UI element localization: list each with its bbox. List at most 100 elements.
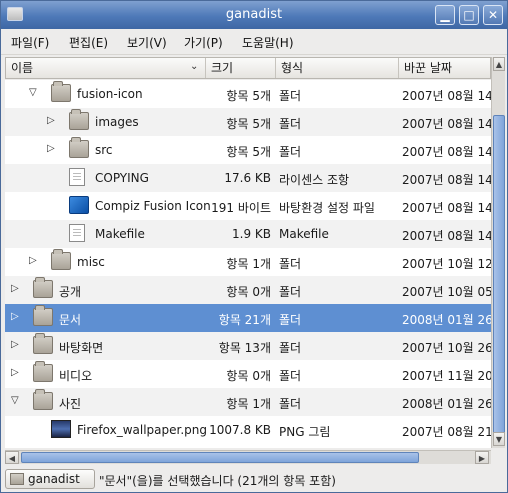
menu-edit[interactable]: 편집(E): [69, 34, 108, 51]
item-size: 항목 1개: [226, 257, 271, 271]
document-icon: [69, 224, 85, 242]
folder-icon: [33, 305, 53, 326]
item-size: 항목 5개: [226, 145, 271, 159]
item-name: COPYING: [95, 171, 149, 185]
list-item[interactable]: ▷ 문서 항목 21개 폴더 2008년 01월 26: [5, 304, 491, 332]
column-type[interactable]: 형식: [276, 58, 399, 78]
menu-help[interactable]: 도움말(H): [242, 34, 294, 51]
item-date: 2007년 11월 20: [402, 369, 491, 383]
column-size[interactable]: 크기: [206, 58, 276, 78]
item-type: 폴더: [279, 369, 302, 383]
item-name: Compiz Fusion Icon: [95, 199, 211, 213]
expander-icon[interactable]: ▷: [11, 283, 19, 294]
file-list[interactable]: ▽ fusion-icon 항목 5개 폴더 2007년 08월 14 ▷ images 항목…: [5, 80, 491, 448]
close-button[interactable]: ✕: [483, 5, 503, 25]
expander-icon[interactable]: ▷: [11, 339, 19, 350]
item-date: 2007년 08월 14: [402, 145, 491, 159]
sort-chevron-icon[interactable]: ⌄: [190, 61, 198, 72]
item-type: 폴더: [279, 397, 302, 411]
scroll-down-icon[interactable]: ▼: [493, 432, 505, 446]
list-item[interactable]: ▷ 바탕화면 항목 13개 폴더 2007년 10월 26: [5, 332, 491, 360]
vertical-scrollbar[interactable]: ▲ ▼: [491, 57, 505, 448]
location-label: ganadist: [28, 472, 80, 486]
item-size: 191 바이트: [211, 201, 271, 215]
menu-view[interactable]: 보기(V): [127, 34, 167, 51]
item-name: src: [95, 143, 113, 157]
item-size: 항목 21개: [218, 313, 271, 327]
list-item[interactable]: Compiz Fusion Icon 191 바이트 바탕환경 설정 파일 2007년…: [5, 192, 491, 220]
minimize-button[interactable]: ▁: [435, 5, 455, 25]
list-item[interactable]: ▷ images 항목 5개 폴더 2007년 08월 14: [5, 108, 491, 136]
scroll-left-icon[interactable]: ◀: [5, 451, 19, 464]
column-date[interactable]: 바꾼 날짜: [399, 58, 491, 78]
item-size: 항목 5개: [226, 117, 271, 131]
status-bar: ganadist "문서"(을)를 선택했습니다 (21개의 항목 포함): [1, 466, 507, 492]
expander-icon[interactable]: ▷: [11, 367, 19, 378]
expander-icon[interactable]: ▷: [47, 115, 55, 126]
item-name: fusion-icon: [77, 87, 143, 101]
status-message: "문서"(을)를 선택했습니다 (21개의 항목 포함): [99, 474, 336, 488]
column-type-label: 형식: [281, 61, 304, 75]
item-type: 폴더: [279, 145, 302, 159]
menu-bar: 파일(F) 편집(E) 보기(V) 가기(P) 도움말(H): [1, 29, 507, 55]
menu-go[interactable]: 가기(P): [184, 34, 223, 51]
item-size: 17.6 KB: [224, 171, 271, 185]
item-date: 2007년 08월 14: [402, 89, 491, 103]
column-name[interactable]: 이름: [6, 58, 206, 78]
item-name: Firefox_wallpaper.png: [77, 423, 208, 437]
list-item[interactable]: COPYING 17.6 KB 라이센스 조항 2007년 08월 14: [5, 164, 491, 192]
item-size: 1007.8 KB: [209, 423, 271, 437]
item-name: 사진: [59, 397, 82, 411]
expander-icon[interactable]: ▽: [29, 87, 37, 98]
item-date: 2008년 01월 26: [402, 397, 491, 411]
item-type: 폴더: [279, 285, 302, 299]
column-date-label: 바꾼 날짜: [404, 61, 452, 75]
file-manager-window: ganadist ▁ □ ✕ 파일(F) 편집(E) 보기(V) 가기(P) 도…: [0, 0, 508, 493]
list-item[interactable]: ▷ 공개 항목 0개 폴더 2007년 10월 05: [5, 276, 491, 304]
item-date: 2008년 01월 26: [402, 313, 491, 327]
item-name: 바탕화면: [59, 341, 104, 355]
title-bar[interactable]: ganadist ▁ □ ✕: [1, 1, 507, 29]
item-name: images: [95, 115, 139, 129]
folder-icon: [33, 389, 53, 410]
folder-icon: [33, 361, 53, 382]
item-date: 2007년 08월 14: [402, 229, 491, 243]
column-name-label: 이름: [11, 61, 34, 75]
list-item[interactable]: ▷ misc 항목 1개 폴더 2007년 10월 12: [5, 248, 491, 276]
list-item[interactable]: ▷ 비디오 항목 0개 폴더 2007년 11월 20: [5, 360, 491, 388]
compiz-fusion-icon: [69, 196, 89, 214]
scroll-right-icon[interactable]: ▶: [475, 451, 489, 464]
item-size: 항목 0개: [226, 369, 271, 383]
list-item[interactable]: ▷ src 항목 5개 폴더 2007년 08월 14: [5, 136, 491, 164]
item-date: 2007년 10월 12: [402, 257, 491, 271]
item-size: 항목 13개: [218, 341, 271, 355]
horizontal-scroll-thumb[interactable]: [21, 452, 419, 463]
list-item[interactable]: Firefox_wallpaper.png 1007.8 KB PNG 그림 2007…: [5, 416, 491, 444]
expander-icon[interactable]: ▽: [11, 395, 19, 406]
folder-icon: [69, 109, 89, 130]
item-type: 폴더: [279, 257, 302, 271]
folder-icon: [51, 81, 71, 102]
horizontal-scrollbar[interactable]: ◀ ▶: [5, 450, 491, 464]
expander-icon[interactable]: ▷: [47, 143, 55, 154]
item-size: 항목 0개: [226, 285, 271, 299]
item-type: 폴더: [279, 313, 302, 327]
scroll-up-icon[interactable]: ▲: [493, 57, 505, 71]
list-item[interactable]: ▽ fusion-icon 항목 5개 폴더 2007년 08월 14: [5, 80, 491, 108]
maximize-button[interactable]: □: [459, 5, 479, 25]
list-item[interactable]: Makefile 1.9 KB Makefile 2007년 08월 14: [5, 220, 491, 248]
item-name: misc: [77, 255, 105, 269]
item-date: 2007년 10월 05: [402, 285, 491, 299]
expander-icon[interactable]: ▷: [29, 255, 37, 266]
item-date: 2007년 08월 14: [402, 173, 491, 187]
item-date: 2007년 08월 14: [402, 117, 491, 131]
menu-file[interactable]: 파일(F): [11, 34, 49, 51]
item-size: 항목 1개: [226, 397, 271, 411]
column-header: 이름 ⌄ 크기 형식 바꾼 날짜: [5, 57, 491, 79]
location-button[interactable]: ganadist: [5, 469, 95, 489]
list-item[interactable]: ▽ 사진 항목 1개 폴더 2008년 01월 26: [5, 388, 491, 416]
vertical-scroll-thumb[interactable]: [493, 115, 505, 435]
window-title: ganadist: [225, 7, 283, 22]
item-type: 폴더: [279, 341, 302, 355]
expander-icon[interactable]: ▷: [11, 311, 19, 322]
